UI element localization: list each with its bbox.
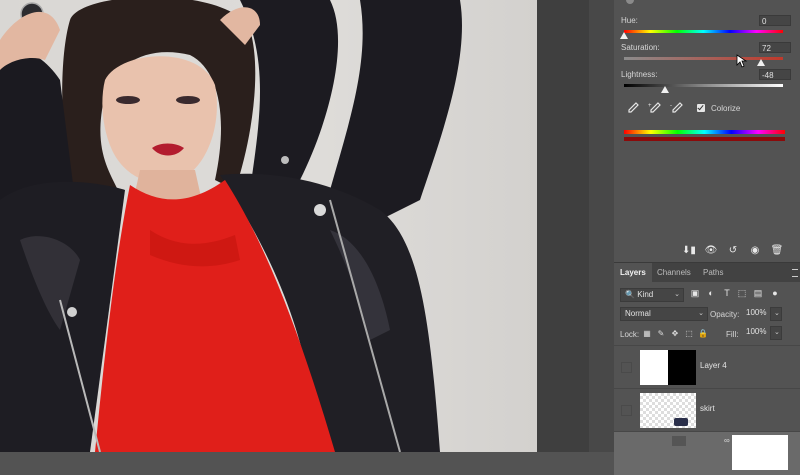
panel-menu-icon[interactable] [792, 269, 798, 277]
blend-mode-label: Normal [625, 309, 651, 318]
shape-filter-icon[interactable]: ⬚ [737, 288, 747, 298]
layers-tab-bar: Layers Channels Paths [614, 262, 800, 282]
result-spectrum-bar [624, 137, 785, 141]
adjustment-layer-icon [672, 436, 686, 446]
layer-thumbnail [640, 350, 668, 385]
pixel-filter-icon[interactable]: ▣ [690, 288, 700, 298]
chevron-down-icon: ⌄ [698, 310, 704, 317]
eyedropper-plus-icon[interactable]: + [648, 101, 662, 115]
view-previous-icon[interactable]: 👁 [702, 243, 720, 259]
chevron-down-icon: ⌄ [774, 310, 780, 317]
tab-layers[interactable]: Layers [614, 263, 652, 282]
mouse-cursor-icon [736, 54, 748, 68]
lock-paint-icon[interactable]: ✎ [656, 329, 666, 339]
preset-row[interactable] [626, 0, 786, 4]
lightness-label: Lightness: [621, 70, 658, 79]
chevron-down-icon: ⌄ [674, 291, 680, 298]
layer-row[interactable]: Layer 4 [614, 345, 800, 389]
layer-thumbnail [640, 393, 696, 428]
chevron-down-icon: ⌄ [774, 329, 780, 336]
skirt-shape [674, 418, 688, 426]
document-canvas[interactable] [0, 0, 537, 452]
filter-toggle-icon[interactable]: ● [770, 288, 780, 298]
lightness-input[interactable]: -48 [759, 69, 791, 80]
svg-text:+: + [648, 103, 652, 109]
layer-mask-thumbnail [668, 350, 696, 385]
hue-slider-thumb[interactable] [620, 32, 628, 39]
colorize-label: Colorize [711, 104, 741, 113]
svg-text:-: - [670, 103, 672, 109]
reset-icon[interactable]: ↺ [724, 243, 742, 259]
smart-object-filter-icon[interactable]: ▤ [753, 288, 763, 298]
photo-model [0, 0, 462, 452]
filter-kind-select[interactable]: 🔍 Kind ⌄ [620, 288, 684, 302]
panel-gutter [537, 0, 614, 452]
type-filter-icon[interactable]: T [722, 288, 732, 298]
fill-input[interactable]: 100% [742, 326, 768, 340]
opacity-dropdown[interactable]: ⌄ [770, 307, 782, 321]
lock-all-icon[interactable]: 🔒 [698, 329, 708, 339]
layer-row[interactable]: skirt [614, 388, 800, 432]
adjustment-filter-icon[interactable]: ◐ [706, 288, 716, 298]
layer-name: Layer 4 [700, 361, 727, 370]
link-icon: ∞ [724, 436, 730, 445]
trash-icon[interactable]: 🗑 [768, 243, 786, 259]
opacity-input[interactable]: 100% [742, 307, 768, 321]
layer-name: skirt [700, 404, 715, 413]
lightness-slider[interactable] [624, 84, 783, 87]
layer-row-selected[interactable]: ∞ [614, 431, 800, 475]
filter-kind-label: Kind [637, 290, 654, 299]
lock-artboard-icon[interactable]: ⬚ [684, 329, 694, 339]
opacity-label: Opacity: [710, 310, 740, 319]
saturation-input[interactable]: 72 [759, 42, 791, 53]
tab-channels[interactable]: Channels [651, 263, 697, 282]
fill-label: Fill: [726, 330, 739, 339]
properties-and-layers-panel: Hue: 0 Saturation: 72 Lightness: -48 + -… [614, 0, 800, 475]
tab-paths[interactable]: Paths [697, 263, 729, 282]
lock-transparent-icon[interactable]: ▦ [642, 329, 652, 339]
visibility-toggle[interactable] [621, 362, 632, 373]
colorize-checkbox[interactable] [697, 104, 705, 112]
saturation-label: Saturation: [621, 43, 660, 52]
visibility-toggle[interactable] [621, 405, 632, 416]
saturation-slider-thumb[interactable] [756, 59, 765, 66]
clip-to-layer-icon[interactable]: ⬇▮ [680, 243, 698, 259]
lock-label: Lock: [620, 330, 640, 339]
layer-mask-thumbnail [732, 435, 788, 470]
fill-dropdown[interactable]: ⌄ [770, 326, 782, 340]
lightness-slider-thumb[interactable] [661, 86, 670, 93]
eyedropper-icon[interactable] [626, 101, 640, 115]
hue-label: Hue: [621, 16, 638, 25]
hue-slider[interactable] [624, 30, 783, 33]
search-icon: 🔍 [625, 290, 635, 299]
visibility-icon[interactable]: ◉ [746, 243, 764, 259]
lock-position-icon[interactable]: ✥ [670, 329, 680, 339]
source-spectrum-bar [624, 130, 785, 134]
panel-dock-rail [589, 0, 614, 452]
eyedropper-minus-icon[interactable]: - [670, 101, 684, 115]
hue-input[interactable]: 0 [759, 15, 791, 26]
blend-mode-select[interactable]: Normal ⌄ [620, 307, 708, 321]
properties-footer: ⬇▮ 👁 ↺ ◉ 🗑 [680, 243, 800, 259]
